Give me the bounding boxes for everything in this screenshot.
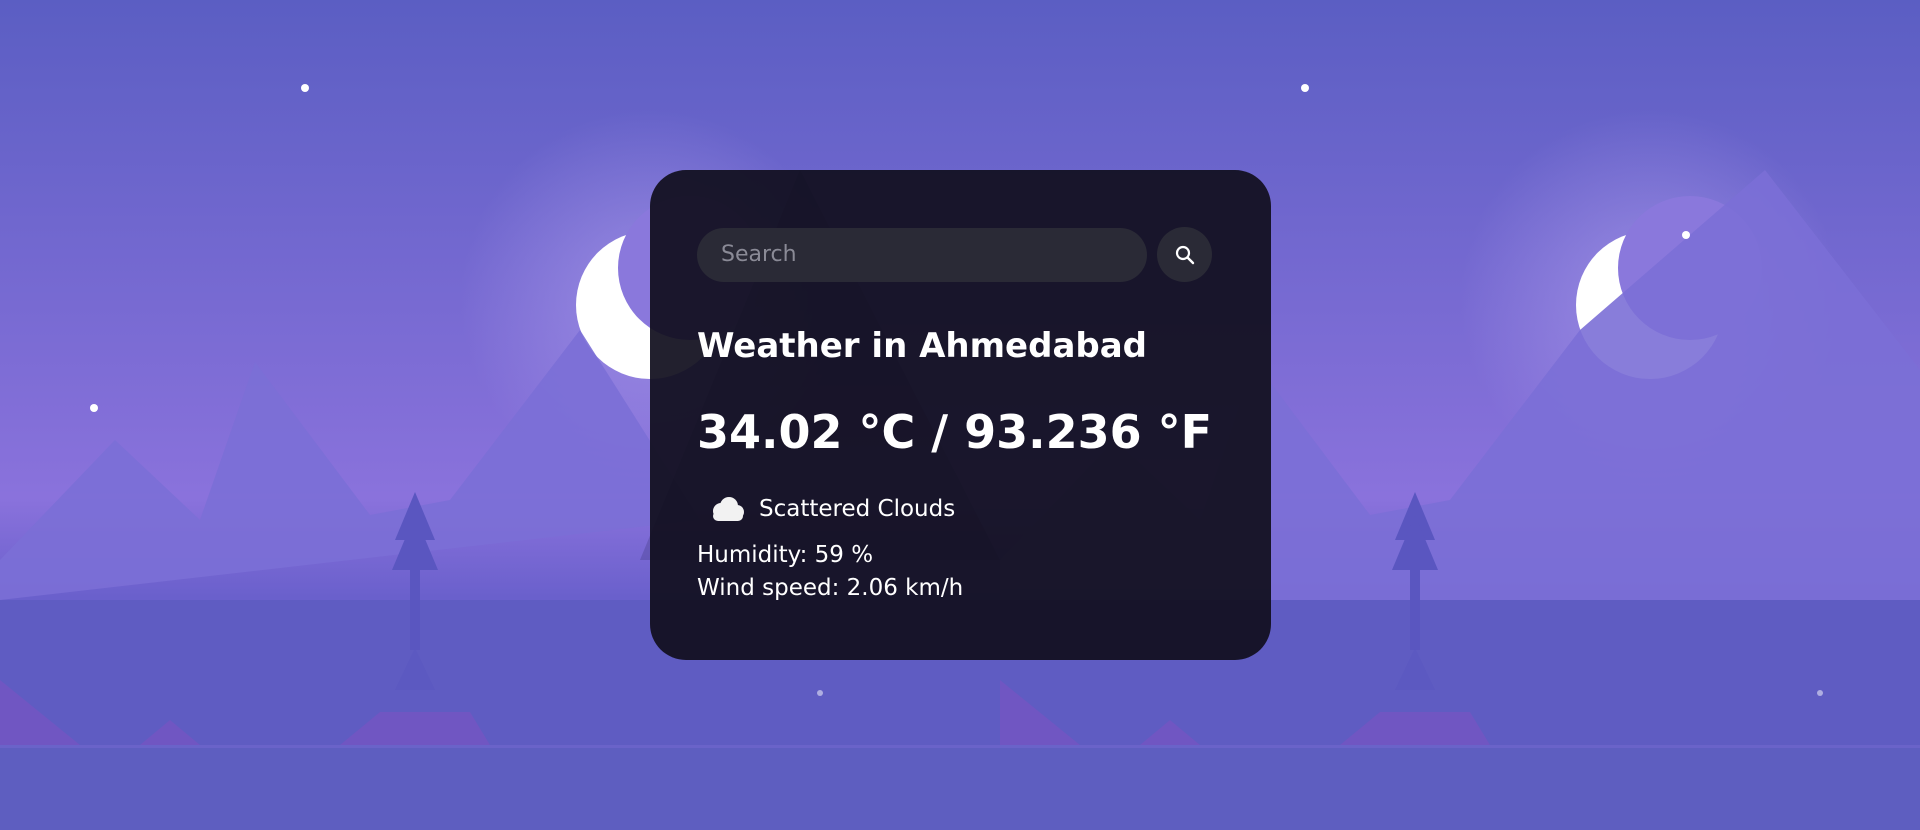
city-title: Weather in Ahmedabad	[697, 326, 1148, 366]
temperature-value: 34.02 °C / 93.236 °F	[697, 404, 1213, 459]
cloud-icon	[713, 497, 744, 522]
weather-card: Weather in Ahmedabad 34.02 °C / 93.236 °…	[650, 170, 1271, 660]
search-button[interactable]	[1157, 227, 1212, 282]
weather-description-row: Scattered Clouds	[697, 495, 1224, 523]
weather-description: Scattered Clouds	[759, 496, 956, 523]
wind-speed-text: Wind speed: 2.06 km/h	[697, 575, 964, 602]
search-input[interactable]	[697, 227, 1147, 282]
search-icon	[1175, 245, 1194, 264]
humidity-text: Humidity: 59 %	[697, 542, 874, 569]
search-bar	[697, 227, 1224, 282]
